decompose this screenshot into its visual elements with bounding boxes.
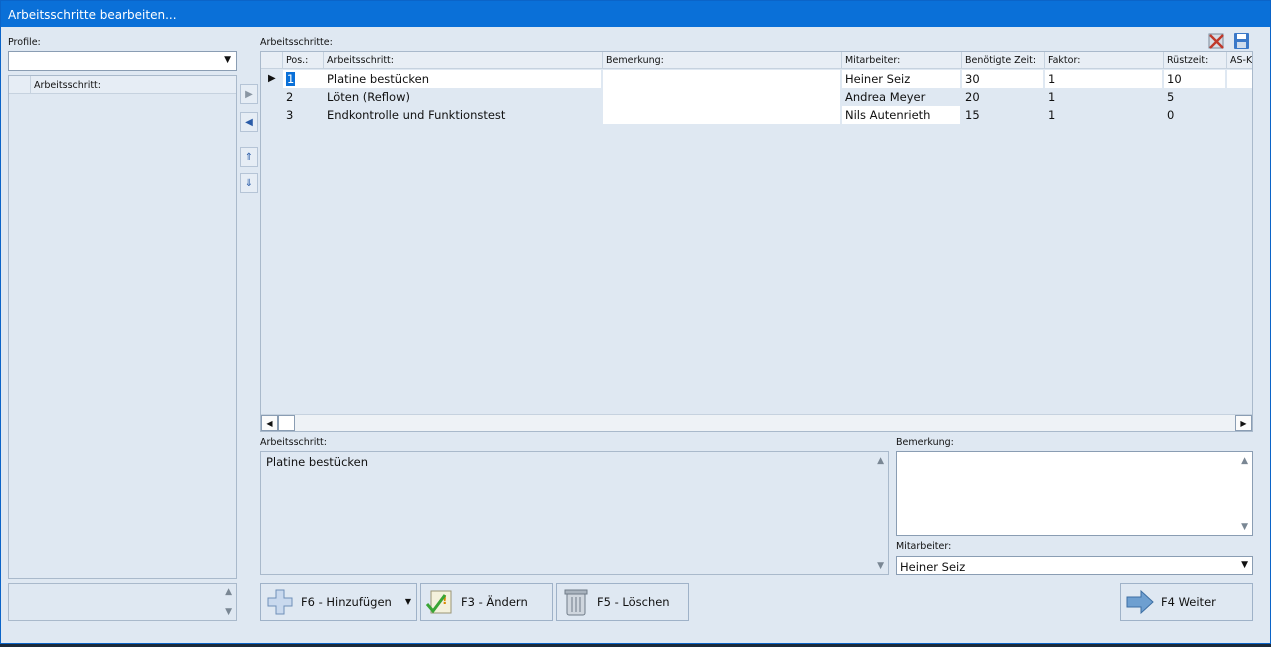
table-row[interactable]: ▶ 1 Platine bestücken Heiner Seiz 30 1 1…: [261, 70, 1252, 88]
cell-faktor[interactable]: 1: [1045, 70, 1162, 88]
scroll-up-icon[interactable]: ▲: [1241, 456, 1248, 466]
cell-ruestzeit[interactable]: 5: [1164, 88, 1225, 106]
col-ruestzeit[interactable]: Rüstzeit:: [1164, 52, 1227, 69]
edit-check-icon: !: [425, 587, 455, 617]
chevron-down-icon: ▼: [224, 55, 231, 65]
steps-grid[interactable]: Pos.: Arbeitsschritt: Bemerkung: Mitarbe…: [260, 51, 1253, 432]
cell-arbeitsschritt[interactable]: Endkontrolle und Funktionstest: [324, 106, 601, 124]
cell-bemerkung[interactable]: [603, 88, 840, 106]
cell-mitarbeiter[interactable]: Nils Autenrieth: [842, 106, 960, 124]
trash-icon: [561, 587, 591, 617]
detail-mitarbeiter-label: Mitarbeiter:: [896, 541, 952, 552]
delete-button[interactable]: F5 - Löschen: [556, 583, 689, 621]
col-mitarbeiter[interactable]: Mitarbeiter:: [842, 52, 962, 69]
save-button[interactable]: [1232, 32, 1251, 50]
cell-pos[interactable]: 3: [283, 106, 324, 124]
cell-zeit[interactable]: 20: [962, 88, 1043, 106]
profile-label: Profile:: [8, 37, 41, 48]
cell-ruestzeit[interactable]: 10: [1164, 70, 1225, 88]
scroll-up-icon[interactable]: ▲: [877, 456, 884, 466]
next-button[interactable]: F4 Weiter: [1120, 583, 1253, 621]
bemerkung-textarea[interactable]: ▲ ▼: [896, 451, 1253, 536]
cell-mitarbeiter[interactable]: Andrea Meyer: [842, 88, 960, 106]
mitarbeiter-value: Heiner Seiz: [900, 560, 966, 574]
scroll-down-icon[interactable]: ▼: [877, 561, 884, 571]
scroll-down-icon[interactable]: ▼: [1241, 522, 1248, 532]
arrow-left-icon: ◀: [245, 116, 253, 128]
cell-pos[interactable]: 2: [283, 88, 324, 106]
cell-zeit[interactable]: 30: [962, 70, 1043, 88]
profile-notes[interactable]: ▲ ▼: [8, 583, 237, 621]
col-as-k[interactable]: AS-K: [1227, 52, 1252, 69]
scroll-right-icon[interactable]: ▶: [1235, 415, 1252, 431]
move-down-button[interactable]: ⇓: [240, 173, 258, 193]
cell-bemerkung[interactable]: [603, 70, 840, 88]
horizontal-scrollbar[interactable]: ◀ ▶: [261, 414, 1252, 431]
col-pos[interactable]: Pos.:: [283, 52, 324, 69]
col-arbeitsschritt[interactable]: Arbeitsschritt:: [324, 52, 603, 69]
next-label: F4 Weiter: [1161, 595, 1216, 609]
cell-ruestzeit[interactable]: 0: [1164, 106, 1225, 124]
schritt-textarea[interactable]: Platine bestücken ▲ ▼: [260, 451, 889, 575]
col-bemerkung[interactable]: Bemerkung:: [603, 52, 842, 69]
arrow-right-icon: [1125, 587, 1155, 617]
scroll-down-icon[interactable]: ▼: [225, 607, 232, 617]
detail-bemerkung-label: Bemerkung:: [896, 437, 954, 448]
dialog-window: Arbeitsschritte bearbeiten... Profile: ▼…: [0, 0, 1271, 644]
arrow-right-icon: ▶: [245, 88, 253, 100]
cell-arbeitsschritt[interactable]: Platine bestücken: [324, 70, 601, 88]
edit-label: F3 - Ändern: [461, 595, 528, 609]
grid-header: Pos.: Arbeitsschritt: Bemerkung: Mitarbe…: [261, 52, 1252, 69]
plus-icon: [265, 587, 295, 617]
discard-icon: [1208, 33, 1224, 49]
dropdown-arrow-icon[interactable]: ▼: [405, 597, 411, 606]
list-header-label: Arbeitsschritt:: [34, 80, 101, 91]
cell-mitarbeiter[interactable]: Heiner Seiz: [842, 70, 960, 88]
delete-label: F5 - Löschen: [597, 595, 670, 609]
cell-faktor[interactable]: 1: [1045, 106, 1162, 124]
add-label: F6 - Hinzufügen: [301, 595, 392, 609]
arrow-down-icon: ⇓: [244, 177, 254, 189]
cell-faktor[interactable]: 1: [1045, 88, 1162, 106]
add-button[interactable]: F6 - Hinzufügen ▼: [260, 583, 417, 621]
schritt-text: Platine bestücken: [266, 455, 369, 469]
profile-select[interactable]: ▼: [8, 51, 237, 71]
scroll-left-icon[interactable]: ◀: [261, 415, 278, 431]
move-right-button[interactable]: ▶: [240, 84, 258, 104]
profile-steps-list[interactable]: Arbeitsschritt:: [8, 75, 237, 579]
cell-pos: 1: [286, 72, 296, 86]
col-benoetigte-zeit[interactable]: Benötigte Zeit:: [962, 52, 1045, 69]
save-icon: [1234, 33, 1249, 49]
list-header: Arbeitsschritt:: [9, 76, 236, 94]
mitarbeiter-select[interactable]: Heiner Seiz ▼: [896, 556, 1253, 575]
move-up-button[interactable]: ⇑: [240, 147, 258, 167]
table-row[interactable]: 2 Löten (Reflow) Andrea Meyer 20 1 5: [261, 88, 1252, 106]
window-title: Arbeitsschritte bearbeiten...: [1, 1, 1270, 27]
table-row[interactable]: 3 Endkontrolle und Funktionstest Nils Au…: [261, 106, 1252, 124]
cell-bemerkung[interactable]: [603, 106, 840, 124]
scroll-thumb[interactable]: [278, 415, 295, 431]
scroll-up-icon[interactable]: ▲: [225, 587, 232, 597]
row-selector-icon: ▶: [268, 73, 276, 84]
grid-label: Arbeitsschritte:: [260, 37, 333, 48]
chevron-down-icon: ▼: [1241, 560, 1248, 570]
detail-schritt-label: Arbeitsschritt:: [260, 437, 327, 448]
cell-arbeitsschritt[interactable]: Löten (Reflow): [324, 88, 601, 106]
edit-button[interactable]: ! F3 - Ändern: [420, 583, 553, 621]
move-left-button[interactable]: ◀: [240, 112, 258, 132]
arrow-up-icon: ⇑: [244, 151, 254, 163]
cell-zeit[interactable]: 15: [962, 106, 1043, 124]
cell-as-k[interactable]: [1227, 70, 1252, 88]
discard-button[interactable]: [1207, 32, 1226, 50]
col-faktor[interactable]: Faktor:: [1045, 52, 1164, 69]
